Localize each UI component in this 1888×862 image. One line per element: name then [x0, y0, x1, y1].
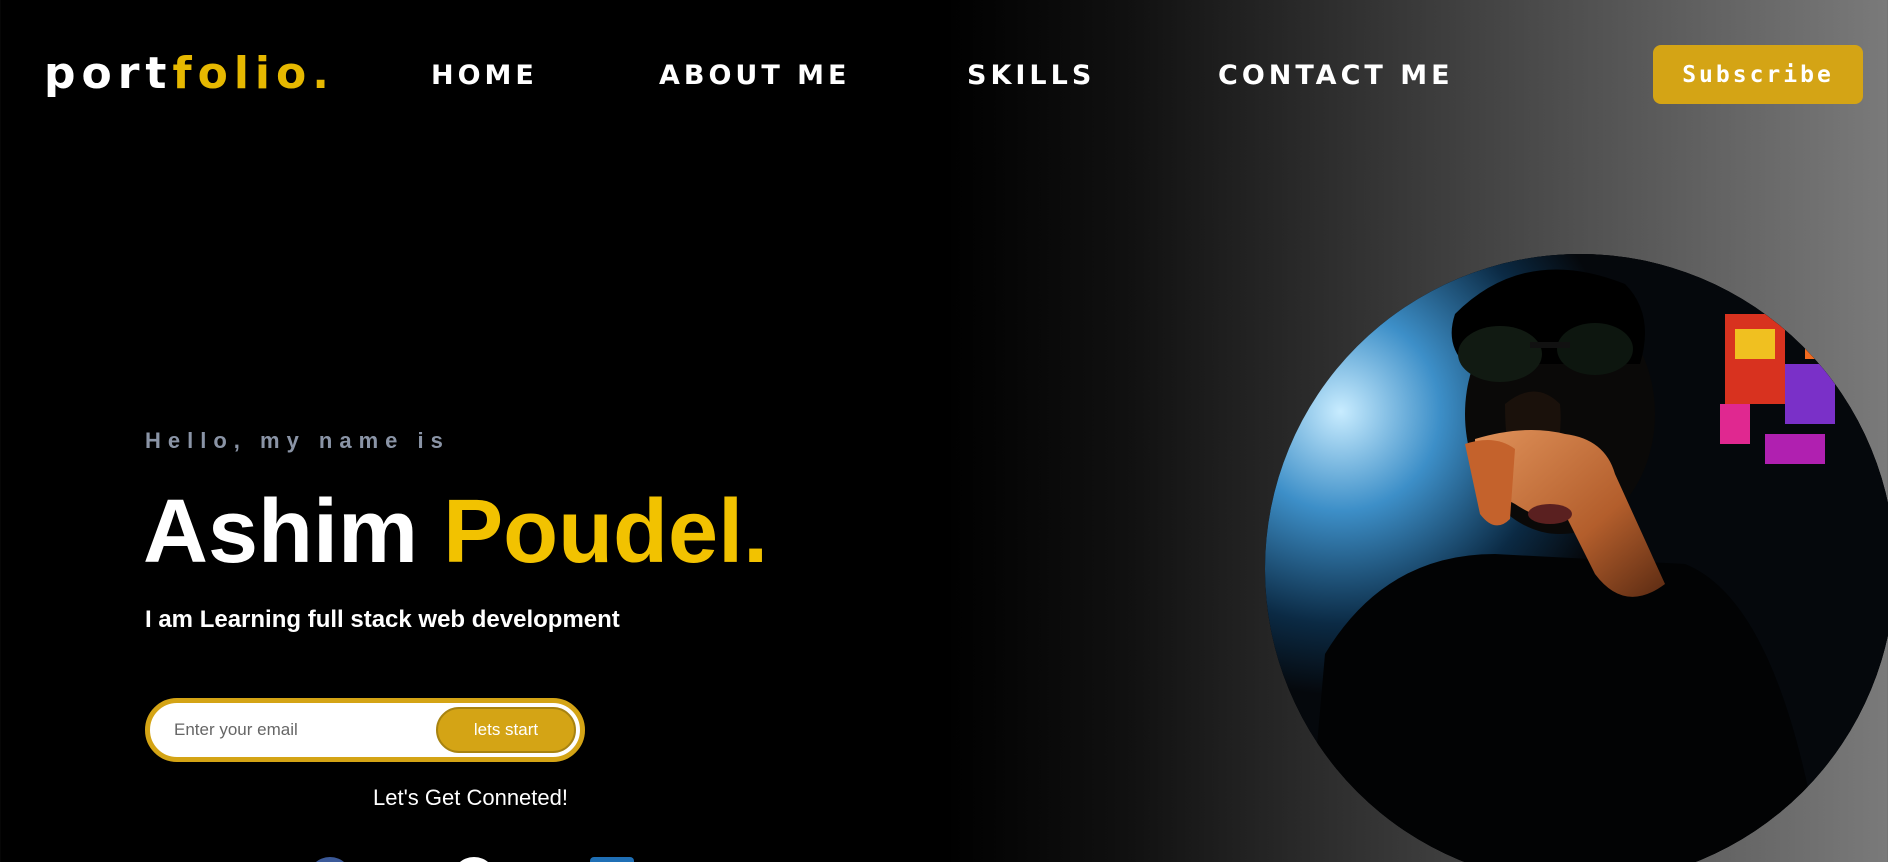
hero-name: Ashim Poudel. — [143, 480, 768, 584]
nav-skills[interactable]: SKILLS — [967, 56, 1095, 96]
profile-photo — [1265, 254, 1888, 862]
linkedin-icon[interactable] — [590, 857, 634, 862]
nav-home[interactable]: HOME — [431, 56, 538, 96]
connect-text: Let's Get Conneted! — [373, 785, 568, 810]
nav-contact-me[interactable]: CONTACT ME — [1218, 56, 1454, 96]
last-name: Poudel. — [443, 482, 769, 582]
email-form: lets start — [145, 698, 585, 762]
lets-start-button[interactable]: lets start — [436, 707, 576, 753]
github-icon[interactable] — [452, 857, 496, 862]
facebook-icon[interactable] — [308, 857, 352, 862]
logo-part-white: port — [44, 48, 173, 99]
subscribe-button[interactable]: Subscribe — [1653, 45, 1863, 104]
greeting-text: Hello, my name is — [145, 428, 450, 453]
first-name: Ashim — [143, 482, 419, 582]
tagline: I am Learning full stack web development — [145, 606, 620, 633]
logo-part-yellow: folio. — [172, 48, 335, 99]
nav-about-me[interactable]: ABOUT ME — [659, 56, 850, 96]
profile-photo-illustration — [1265, 254, 1888, 862]
logo[interactable]: portfolio. — [44, 46, 335, 102]
email-input[interactable] — [172, 719, 446, 741]
